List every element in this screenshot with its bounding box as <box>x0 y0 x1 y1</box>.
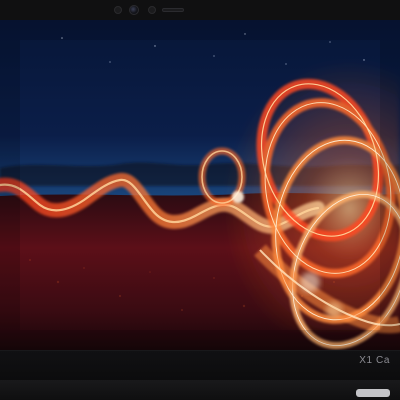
sensor-icon <box>114 6 122 14</box>
screen <box>0 20 400 350</box>
laptop-display: X1 Ca <box>0 0 400 400</box>
bottom-bezel <box>0 350 400 380</box>
privacy-shutter-icon[interactable] <box>162 8 184 12</box>
laptop-base <box>0 380 400 400</box>
model-mark: X1 Ca <box>359 355 390 366</box>
webcam-icon <box>129 5 139 15</box>
wallpaper-light-painting <box>0 20 400 350</box>
camera-cluster <box>0 0 400 20</box>
sensor-icon <box>148 6 156 14</box>
base-foot <box>356 389 390 397</box>
